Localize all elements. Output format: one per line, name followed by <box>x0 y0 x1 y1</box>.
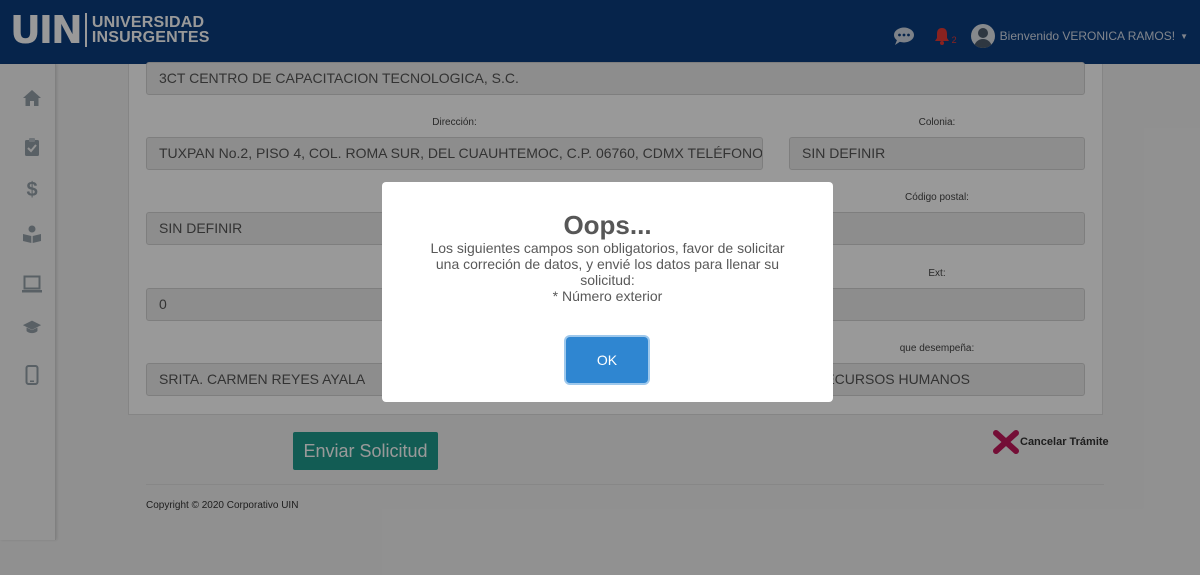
dialog-required-field: * Número exterior <box>552 288 663 304</box>
dialog-message-line: Los siguientes campos son obligatorios, … <box>430 240 785 256</box>
dialog-message: Los siguientes campos son obligatorios, … <box>394 240 821 304</box>
dialog-title: Oops... <box>563 210 652 240</box>
dialog-message-line: una correción de datos, y envié los dato… <box>435 256 780 272</box>
ok-button[interactable]: OK <box>566 337 648 383</box>
dialog-message-line: solicitud: <box>580 272 635 288</box>
alert-dialog: Oops... Los siguientes campos son obliga… <box>382 182 833 402</box>
